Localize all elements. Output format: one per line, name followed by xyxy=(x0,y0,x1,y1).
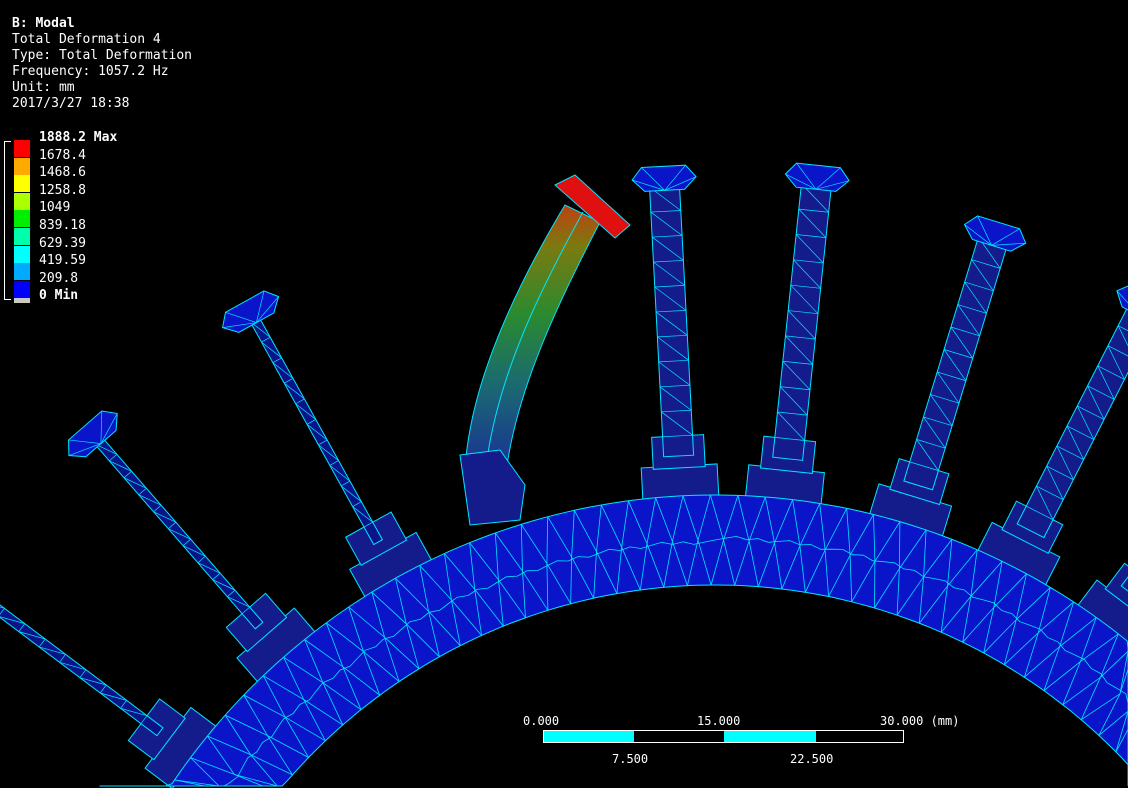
result-info: B: Modal Total Deformation 4 Type: Total D… xyxy=(12,16,192,112)
deformed-tooth xyxy=(459,174,631,526)
unit: Unit: mm xyxy=(12,80,75,95)
legend-swatch xyxy=(14,140,30,157)
scale-bar-track xyxy=(543,730,904,743)
legend-label: 1049 xyxy=(39,200,71,216)
frequency: Frequency: 1057.2 Hz xyxy=(12,64,169,79)
scale-tick: 15.000 xyxy=(697,714,741,728)
legend-swatch xyxy=(14,245,30,263)
legend-label: 629.39 xyxy=(39,235,86,251)
stator-tooth xyxy=(631,164,720,503)
scale-tick: 0.000 xyxy=(523,714,560,728)
scale-tick: 7.500 xyxy=(612,752,649,766)
stator-tooth xyxy=(221,290,434,600)
analysis-title: B: Modal xyxy=(12,16,75,31)
legend-label: 209.8 xyxy=(39,270,79,286)
tooth-tip xyxy=(631,164,697,192)
stator-tooth xyxy=(744,162,850,508)
stator-tooth xyxy=(976,284,1128,588)
stator-tooth xyxy=(868,215,1027,540)
legend-swatch-gray xyxy=(14,298,30,303)
tooth-stem xyxy=(1016,304,1128,539)
legend-swatch xyxy=(14,210,30,228)
legend-swatch xyxy=(14,228,30,245)
legend-bracket xyxy=(4,141,11,300)
scale-bar: 0.000 15.000 30.000 (mm) 7.500 22.500 xyxy=(520,712,960,772)
legend-label: 839.18 xyxy=(39,218,86,233)
tooth-stem xyxy=(648,185,695,458)
legend-swatch xyxy=(14,192,30,210)
legend-label: 0 Min xyxy=(39,288,79,304)
tooth-tip xyxy=(221,290,280,333)
legend-label: 1468.6 xyxy=(39,165,86,181)
stator-tooth xyxy=(68,410,318,685)
stator-tooth xyxy=(0,561,219,788)
scale-segment xyxy=(724,731,816,742)
legend-swatch xyxy=(14,175,30,193)
tooth-stem xyxy=(772,183,832,461)
result-type: Type: Total Deformation xyxy=(12,48,193,63)
scale-tick: 22.500 xyxy=(790,752,834,766)
legend-swatch xyxy=(14,280,30,298)
scale-tick: 30.000 (mm) xyxy=(880,714,960,728)
model-viewport[interactable] xyxy=(0,0,1128,788)
tooth-stem xyxy=(249,316,384,546)
legend-swatch xyxy=(14,157,30,175)
scale-segment xyxy=(544,731,634,742)
tooth-stem xyxy=(903,236,1008,491)
timestamp: 2017/3/27 18:38 xyxy=(12,96,130,111)
legend-label: 1888.2 Max xyxy=(39,130,118,145)
legend-swatch xyxy=(14,263,30,281)
legend-label: 1258.8 xyxy=(39,182,86,198)
legend-label: 419.59 xyxy=(39,253,86,269)
tooth-stem xyxy=(0,561,164,737)
result-name: Total Deformation 4 xyxy=(12,32,161,47)
legend-label: 1678.4 xyxy=(39,147,86,163)
